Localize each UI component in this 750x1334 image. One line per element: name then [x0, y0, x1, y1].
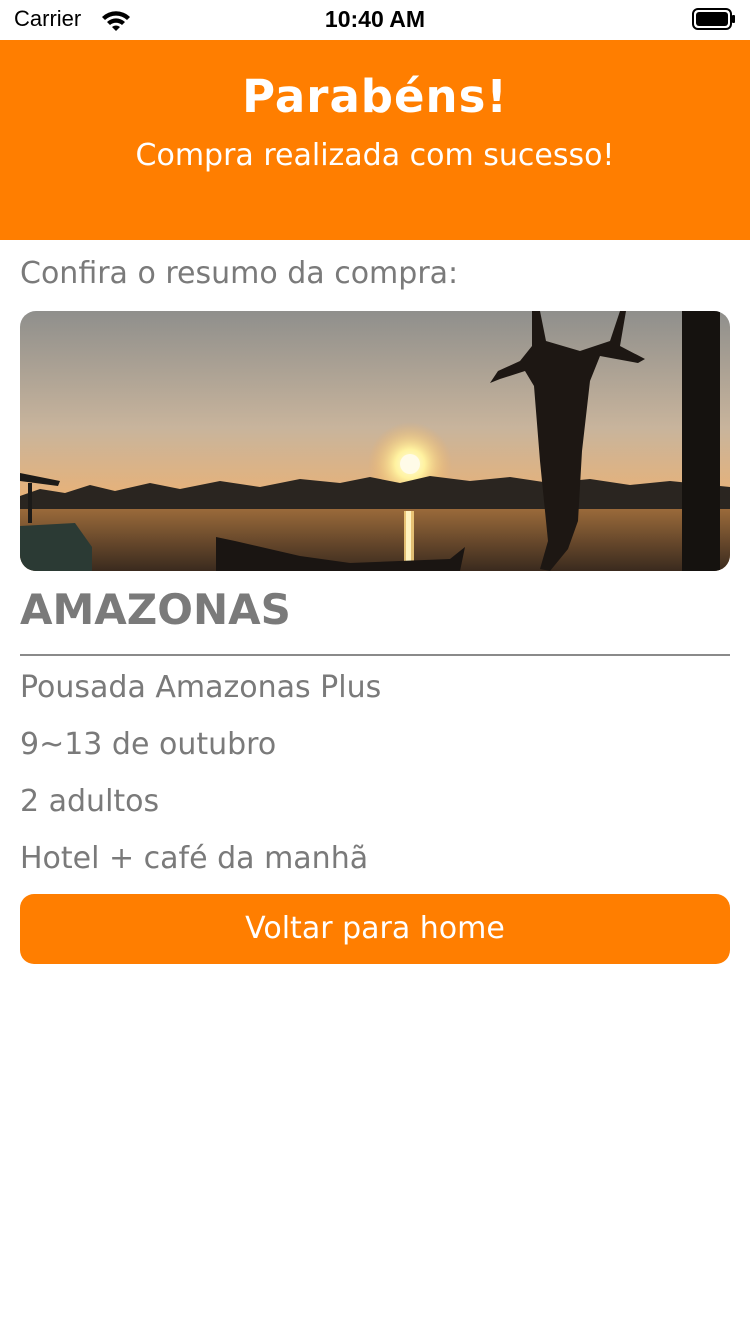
clock: 10:40 AM [324, 6, 426, 32]
back-home-button[interactable]: Voltar para home [20, 894, 730, 964]
guest-count: 2 adultos [20, 784, 160, 819]
stay-dates: 9~13 de outubro [20, 727, 277, 762]
destination-title: AMAZONAS [20, 585, 291, 634]
success-subtitle: Compra realizada com sucesso! [135, 138, 615, 173]
status-bar: Carrier 10:40 AM [0, 0, 750, 40]
success-header: Parabéns! Compra realizada com sucesso! [0, 40, 750, 240]
battery-icon [692, 8, 735, 30]
hotel-name: Pousada Amazonas Plus [20, 670, 382, 705]
sunset-river-photo [20, 311, 730, 571]
success-title: Parabéns! [242, 70, 508, 123]
package-type: Hotel + café da manhã [20, 841, 369, 876]
summary-label: Confira o resumo da compra: [20, 256, 459, 291]
divider [20, 654, 730, 656]
